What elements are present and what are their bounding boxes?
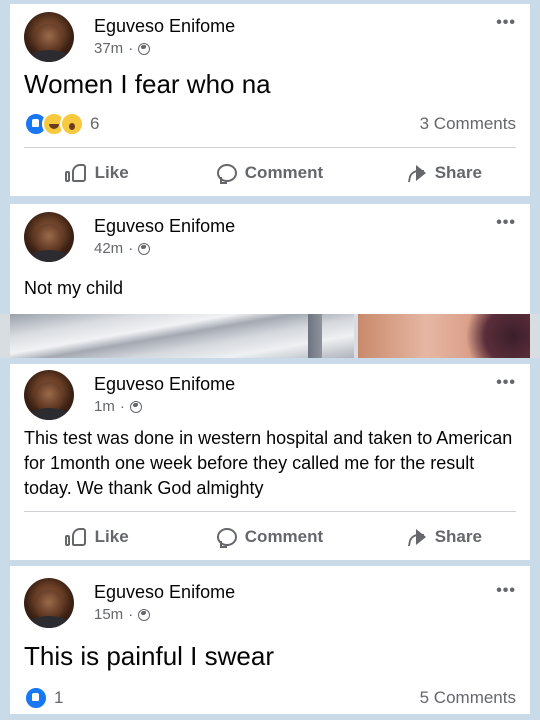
post-card: Eguveso Enifome 42m · ••• Not my child [10,204,530,314]
reactions[interactable]: 1 [24,686,63,710]
photo[interactable] [358,314,530,358]
comment-label: Comment [244,163,324,182]
comment-label: Comment [244,527,324,546]
action-bar: Like Comment Share [10,515,530,559]
share-icon [405,164,427,182]
author-name[interactable]: Eguveso Enifome [94,16,235,37]
author-name[interactable]: Eguveso Enifome [94,374,235,395]
share-icon [405,528,427,546]
post-meta: 15m · [94,606,151,623]
like-label: Like [94,527,129,546]
separator: · [128,40,134,57]
reaction-summary: 6 3 Comments [24,112,516,136]
divider [24,511,516,512]
avatar[interactable] [24,578,74,628]
share-label: Share [434,527,482,546]
comment-button[interactable]: Comment [183,163,356,184]
post-card: Eguveso Enifome 1m · ••• This test was d… [10,364,530,560]
separator: · [119,398,125,415]
post-card: Eguveso Enifome 15m · ••• This is painfu… [10,566,530,714]
action-bar: Like Comment Share [10,151,530,195]
comment-button[interactable]: Comment [183,527,356,548]
reaction-count: 1 [54,688,64,707]
like-icon [64,163,87,183]
like-label: Like [94,163,129,182]
post-photos [0,314,540,358]
more-options-icon[interactable]: ••• [496,214,516,232]
post-time[interactable]: 42m [94,240,123,257]
post-meta: 42m · [94,240,151,257]
share-button[interactable]: Share [357,163,530,183]
avatar[interactable] [24,212,74,262]
globe-icon [129,400,142,413]
author-name[interactable]: Eguveso Enifome [94,216,235,237]
more-options-icon[interactable]: ••• [496,582,516,600]
reaction-count: 6 [90,114,100,133]
post-text: This is painful I swear [24,641,274,671]
globe-icon [138,242,151,255]
more-options-icon[interactable]: ••• [496,374,516,392]
author-name[interactable]: Eguveso Enifome [94,582,235,603]
like-icon [64,527,87,547]
comment-icon [216,164,237,184]
post-card: Eguveso Enifome 37m · ••• Women I fear w… [10,4,530,196]
globe-icon [138,608,151,621]
like-button[interactable]: Like [10,527,183,547]
wow-reaction-icon [60,112,84,136]
like-button[interactable]: Like [10,163,183,183]
post-text: Women I fear who na [24,69,271,99]
post-time[interactable]: 37m [94,40,123,57]
share-label: Share [434,163,482,182]
reaction-summary: 1 5 Comments [24,686,516,710]
post-meta: 1m · [94,398,142,415]
reactions[interactable]: 6 [24,112,99,136]
globe-icon [138,42,151,55]
post-time[interactable]: 15m [94,606,123,623]
divider [24,147,516,148]
comment-count[interactable]: 5 Comments [420,688,516,708]
post-meta: 37m · [94,40,151,57]
post-text: This test was done in western hospital a… [24,428,513,498]
post-time[interactable]: 1m [94,398,115,415]
more-options-icon[interactable]: ••• [496,14,516,32]
avatar[interactable] [24,370,74,420]
comment-count[interactable]: 3 Comments [420,114,516,134]
separator: · [128,606,134,623]
post-text: Not my child [24,278,124,298]
avatar[interactable] [24,12,74,62]
like-reaction-icon [24,686,48,710]
comment-icon [216,528,237,548]
photo[interactable] [10,314,354,358]
share-button[interactable]: Share [357,527,530,547]
separator: · [128,240,134,257]
